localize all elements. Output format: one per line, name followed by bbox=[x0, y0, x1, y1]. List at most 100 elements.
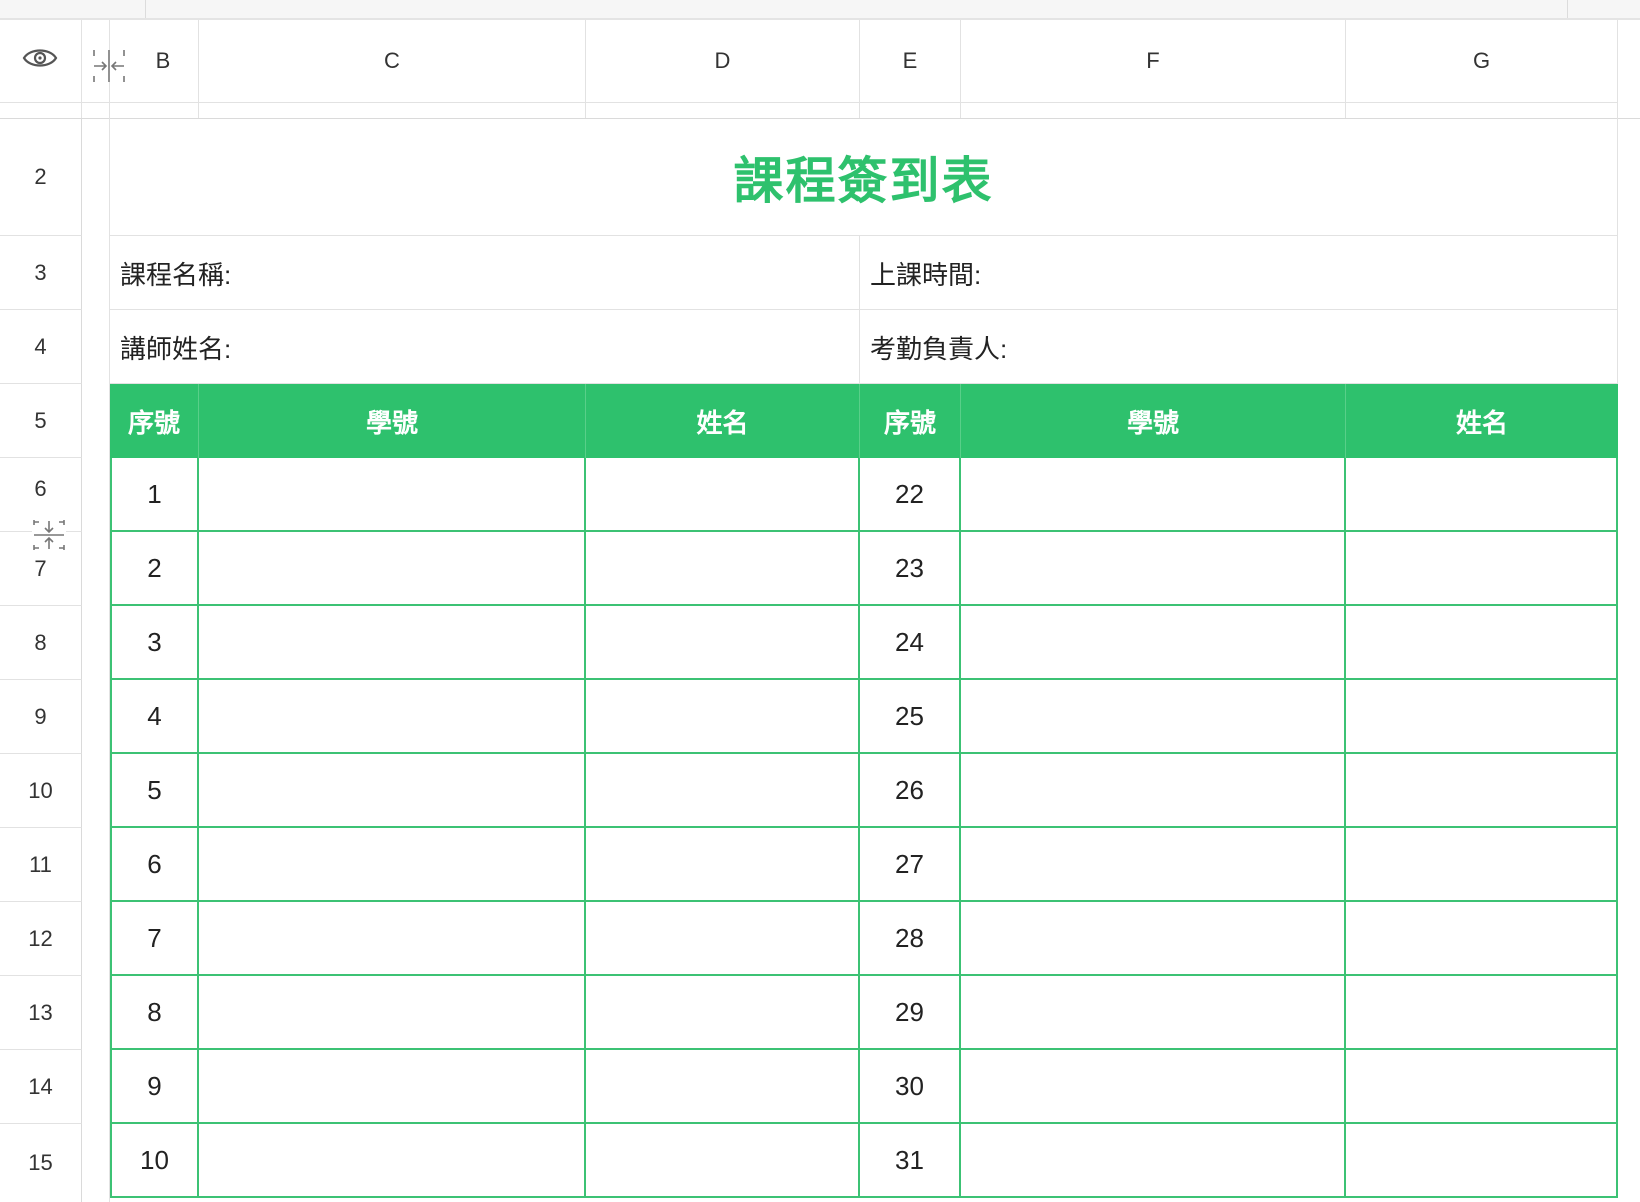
input-cell[interactable] bbox=[586, 458, 860, 532]
input-cell[interactable] bbox=[199, 976, 586, 1050]
input-cell[interactable] bbox=[1346, 1050, 1618, 1124]
serial-number-cell[interactable]: 24 bbox=[860, 606, 961, 680]
input-cell[interactable] bbox=[586, 754, 860, 828]
input-cell[interactable] bbox=[586, 532, 860, 606]
row-header-10[interactable]: 10 bbox=[0, 754, 82, 828]
row-header-4[interactable]: 4 bbox=[0, 310, 82, 384]
input-cell[interactable] bbox=[1346, 532, 1618, 606]
class-time-cell[interactable]: 上課時間: bbox=[860, 236, 1618, 310]
input-cell[interactable] bbox=[961, 902, 1346, 976]
serial-number-cell[interactable]: 31 bbox=[860, 1124, 961, 1198]
input-cell[interactable] bbox=[1346, 754, 1618, 828]
info-row-4: 講師姓名: 考勤負責人: bbox=[110, 310, 1618, 384]
input-cell[interactable] bbox=[586, 680, 860, 754]
row-header-8[interactable]: 8 bbox=[0, 606, 82, 680]
input-cell[interactable] bbox=[199, 1124, 586, 1198]
row-header-2[interactable]: 2 bbox=[0, 118, 82, 236]
input-cell[interactable] bbox=[199, 1050, 586, 1124]
serial-number-cell[interactable]: 29 bbox=[860, 976, 961, 1050]
serial-number-cell[interactable]: 30 bbox=[860, 1050, 961, 1124]
input-cell[interactable] bbox=[1346, 902, 1618, 976]
serial-number-cell[interactable]: 23 bbox=[860, 532, 961, 606]
input-cell[interactable] bbox=[961, 976, 1346, 1050]
input-cell[interactable] bbox=[1346, 976, 1618, 1050]
input-cell[interactable] bbox=[961, 680, 1346, 754]
serial-number-cell[interactable]: 8 bbox=[110, 976, 199, 1050]
row-header-11[interactable]: 11 bbox=[0, 828, 82, 902]
serial-number-cell[interactable]: 10 bbox=[110, 1124, 199, 1198]
header-cell-student-id[interactable]: 學號 bbox=[199, 384, 586, 458]
serial-number-cell[interactable]: 7 bbox=[110, 902, 199, 976]
input-cell[interactable] bbox=[1346, 828, 1618, 902]
input-cell[interactable] bbox=[586, 902, 860, 976]
serial-number: 24 bbox=[895, 626, 924, 657]
input-cell[interactable] bbox=[961, 458, 1346, 532]
input-cell[interactable] bbox=[586, 1050, 860, 1124]
collapse-column-icon[interactable] bbox=[90, 48, 128, 84]
header-cell-serial[interactable]: 序號 bbox=[110, 384, 199, 458]
input-cell[interactable] bbox=[199, 680, 586, 754]
input-cell[interactable] bbox=[586, 828, 860, 902]
input-cell[interactable] bbox=[1346, 458, 1618, 532]
input-cell[interactable] bbox=[961, 828, 1346, 902]
hidden-column-a bbox=[82, 118, 110, 1202]
serial-number-cell[interactable]: 5 bbox=[110, 754, 199, 828]
column-header-overflow bbox=[1618, 20, 1640, 102]
header-cell-name[interactable]: 姓名 bbox=[586, 384, 860, 458]
input-cell[interactable] bbox=[961, 606, 1346, 680]
eye-icon[interactable] bbox=[22, 45, 58, 71]
serial-number-cell[interactable]: 4 bbox=[110, 680, 199, 754]
serial-number-cell[interactable]: 25 bbox=[860, 680, 961, 754]
row-header-9[interactable]: 9 bbox=[0, 680, 82, 754]
hidden-row-1-header[interactable] bbox=[0, 102, 82, 118]
column-header-d[interactable]: D bbox=[586, 20, 860, 102]
header-cell-name-2[interactable]: 姓名 bbox=[1346, 384, 1618, 458]
course-name-cell[interactable]: 課程名稱: bbox=[110, 236, 860, 310]
input-cell[interactable] bbox=[961, 754, 1346, 828]
input-cell[interactable] bbox=[199, 606, 586, 680]
teacher-name-cell[interactable]: 講師姓名: bbox=[110, 310, 860, 384]
column-header-e[interactable]: E bbox=[860, 20, 961, 102]
column-header-c[interactable]: C bbox=[199, 20, 586, 102]
input-cell[interactable] bbox=[961, 1050, 1346, 1124]
serial-number-cell[interactable]: 26 bbox=[860, 754, 961, 828]
serial-number-cell[interactable]: 27 bbox=[860, 828, 961, 902]
formula-bar[interactable] bbox=[145, 0, 1568, 18]
serial-number-cell[interactable]: 9 bbox=[110, 1050, 199, 1124]
input-cell[interactable] bbox=[1346, 680, 1618, 754]
input-cell[interactable] bbox=[199, 458, 586, 532]
row-header-12[interactable]: 12 bbox=[0, 902, 82, 976]
table-row: 10 31 bbox=[110, 1124, 1618, 1198]
title-cell[interactable]: 課程簽到表 bbox=[110, 118, 1618, 236]
header-cell-serial-2[interactable]: 序號 bbox=[860, 384, 961, 458]
row-header-15[interactable]: 15 bbox=[0, 1124, 82, 1202]
input-cell[interactable] bbox=[199, 532, 586, 606]
serial-number-cell[interactable]: 1 bbox=[110, 458, 199, 532]
attendance-owner-cell[interactable]: 考勤負責人: bbox=[860, 310, 1618, 384]
input-cell[interactable] bbox=[199, 902, 586, 976]
name-box[interactable] bbox=[0, 0, 146, 18]
input-cell[interactable] bbox=[586, 976, 860, 1050]
input-cell[interactable] bbox=[586, 606, 860, 680]
serial-number-cell[interactable]: 6 bbox=[110, 828, 199, 902]
input-cell[interactable] bbox=[961, 532, 1346, 606]
row-header-3[interactable]: 3 bbox=[0, 236, 82, 310]
row-header-14[interactable]: 14 bbox=[0, 1050, 82, 1124]
serial-number-cell[interactable]: 3 bbox=[110, 606, 199, 680]
input-cell[interactable] bbox=[1346, 1124, 1618, 1198]
input-cell[interactable] bbox=[961, 1124, 1346, 1198]
header-cell-student-id-2[interactable]: 學號 bbox=[961, 384, 1346, 458]
serial-number-cell[interactable]: 2 bbox=[110, 532, 199, 606]
serial-number-cell[interactable]: 28 bbox=[860, 902, 961, 976]
input-cell[interactable] bbox=[1346, 606, 1618, 680]
input-cell[interactable] bbox=[199, 828, 586, 902]
hidden-row-1-cell bbox=[199, 102, 586, 118]
input-cell[interactable] bbox=[199, 754, 586, 828]
serial-number-cell[interactable]: 22 bbox=[860, 458, 961, 532]
input-cell[interactable] bbox=[586, 1124, 860, 1198]
row-header-13[interactable]: 13 bbox=[0, 976, 82, 1050]
column-header-g[interactable]: G bbox=[1346, 20, 1618, 102]
collapse-row-icon[interactable] bbox=[32, 518, 66, 552]
column-header-f[interactable]: F bbox=[961, 20, 1346, 102]
row-header-5[interactable]: 5 bbox=[0, 384, 82, 458]
